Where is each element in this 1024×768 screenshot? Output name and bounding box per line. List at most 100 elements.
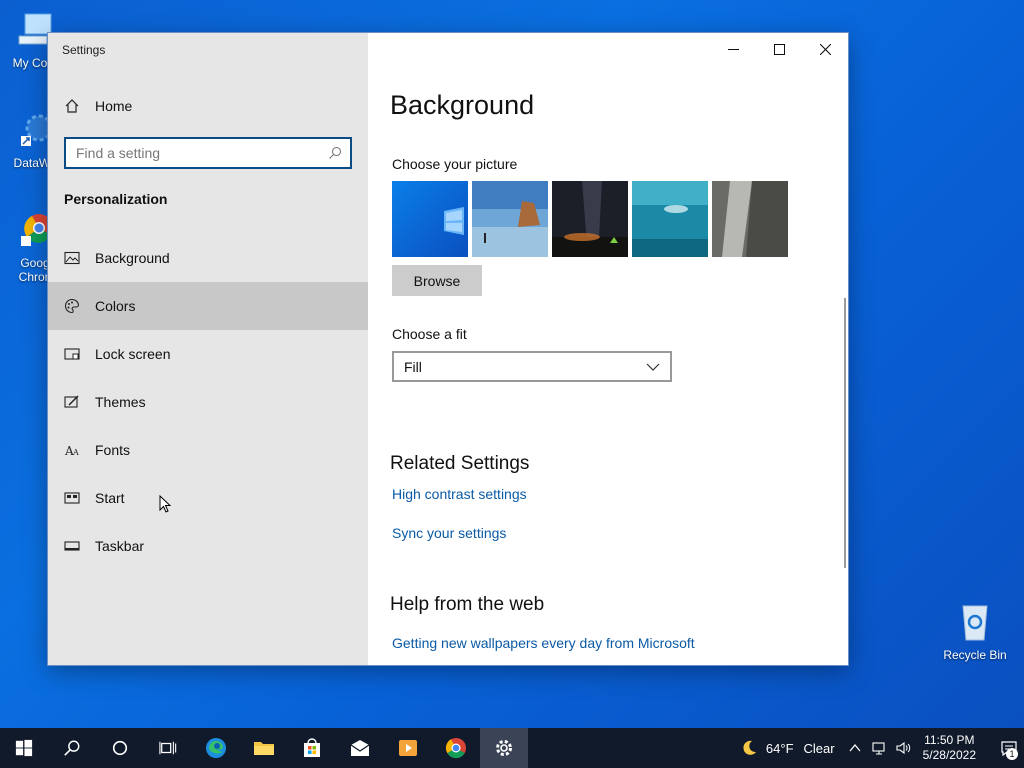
high-contrast-settings-link[interactable]: High contrast settings [392, 486, 527, 502]
search-taskbar-button[interactable] [48, 728, 96, 768]
file-explorer-taskbar-button[interactable] [240, 728, 288, 768]
mouse-cursor-icon [159, 495, 171, 513]
page-title: Background [390, 90, 535, 120]
fit-dropdown-value: Fill [404, 358, 422, 375]
home-label: Home [95, 98, 133, 114]
cortana-button[interactable] [96, 728, 144, 768]
wallpaper-thumbnail-night-sky[interactable] [552, 181, 628, 257]
maximize-icon [773, 43, 785, 55]
sidebar-item-label: Background [95, 250, 170, 266]
cortana-circle-icon [112, 740, 128, 756]
desktop-icon-label: Recycle Bin [943, 648, 1007, 662]
close-icon [819, 43, 831, 55]
sidebar-item-label: Lock screen [95, 346, 171, 362]
network-icon[interactable] [871, 740, 887, 756]
home-nav-item[interactable]: Home [64, 95, 132, 117]
weather-temperature: 64°F [765, 740, 794, 756]
close-button[interactable] [802, 33, 848, 65]
wallpapers-help-link[interactable]: Getting new wallpapers every day from Mi… [392, 635, 695, 651]
clock-date: 5/28/2022 [922, 748, 976, 762]
desktop-icon-recycle-bin[interactable]: Recycle Bin [940, 602, 1010, 662]
settings-taskbar-button[interactable] [480, 728, 528, 768]
wallpaper-thumbnail-rock[interactable] [712, 181, 788, 257]
fonts-icon: A A [64, 444, 79, 458]
windows-logo-icon [15, 739, 33, 757]
settings-content: Background Choose your picture Browse Ch… [368, 33, 848, 665]
media-taskbar-button[interactable] [384, 728, 432, 768]
sidebar-item-lock-screen[interactable]: Lock screen [48, 330, 368, 378]
weather-widget[interactable]: 64°F Clear [740, 739, 835, 757]
sync-settings-link[interactable]: Sync your settings [392, 525, 506, 541]
sidebar-item-colors[interactable]: Colors [48, 282, 368, 513]
lock-screen-icon [64, 348, 80, 360]
personalization-nav: Background Colors Lock screen Themes A A… [48, 234, 368, 570]
mail-icon [350, 740, 370, 756]
maximize-button[interactable] [756, 33, 802, 65]
window-title: Settings [62, 43, 106, 57]
palette-icon [64, 298, 80, 314]
minimize-icon [727, 48, 739, 50]
sidebar-item-background[interactable]: Background [48, 234, 368, 282]
sidebar-item-label: Colors [95, 298, 136, 314]
edge-taskbar-button[interactable] [192, 728, 240, 768]
gear-icon [496, 740, 512, 756]
start-button[interactable] [0, 728, 48, 768]
moon-icon [743, 740, 756, 755]
volume-icon[interactable] [895, 740, 911, 756]
recycle-bin-icon [962, 605, 988, 641]
sidebar-item-label: Fonts [95, 442, 131, 458]
sidebar-item-fonts[interactable]: A A Fonts [48, 426, 368, 474]
sidebar-item-label: Start [95, 490, 125, 506]
section-title: Personalization [64, 191, 168, 207]
media-player-icon [399, 740, 417, 756]
search-icon[interactable] [328, 146, 342, 160]
sidebar-item-taskbar[interactable]: Taskbar [48, 522, 368, 570]
notification-count-badge: 1 [1006, 748, 1018, 760]
tray-icons [847, 740, 911, 756]
wallpaper-thumbnail-beach[interactable] [472, 181, 548, 257]
edge-icon [206, 738, 226, 758]
picture-thumbnails [392, 181, 788, 257]
scrollbar[interactable] [844, 298, 846, 568]
system-tray: 64°F Clear 11:50 PM 5/28/2022 1 [740, 728, 1024, 768]
picture-icon [64, 251, 80, 265]
chevron-up-icon[interactable] [847, 740, 863, 756]
fit-dropdown[interactable]: Fill [392, 351, 672, 382]
search-box[interactable] [64, 137, 352, 169]
settings-sidebar: Settings Home Personalization Background [48, 33, 368, 665]
search-icon [64, 740, 80, 756]
svg-text:A: A [72, 448, 79, 457]
mail-taskbar-button[interactable] [336, 728, 384, 768]
help-from-web-heading: Help from the web [390, 594, 545, 615]
choose-picture-label: Choose your picture [392, 156, 518, 172]
clock-time: 11:50 PM [924, 733, 975, 747]
sidebar-item-label: Taskbar [95, 538, 145, 554]
settings-window: Settings Home Personalization Background [48, 33, 848, 665]
store-taskbar-button[interactable] [288, 728, 336, 768]
start-icon [64, 492, 80, 504]
sidebar-item-start[interactable]: Start [48, 474, 368, 522]
folder-icon [254, 742, 274, 755]
chrome-icon [445, 738, 466, 759]
sidebar-item-label: Themes [95, 394, 146, 410]
wallpaper-thumbnail-underwater[interactable] [632, 181, 708, 257]
minimize-button[interactable] [710, 33, 756, 65]
store-bag-icon [304, 738, 320, 757]
themes-icon [64, 395, 79, 408]
related-settings-heading: Related Settings [390, 453, 530, 474]
clock[interactable]: 11:50 PM 5/28/2022 [923, 733, 976, 763]
taskbar: 64°F Clear 11:50 PM 5/28/2022 1 [0, 728, 1024, 768]
chrome-taskbar-button[interactable] [432, 728, 480, 768]
task-view-button[interactable] [144, 728, 192, 768]
window-caption-buttons [710, 33, 848, 65]
browse-button[interactable]: Browse [392, 265, 482, 296]
sidebar-item-themes[interactable]: Themes [48, 378, 368, 426]
action-center-button[interactable]: 1 [994, 728, 1024, 768]
taskbar-icon [64, 541, 80, 551]
task-view-icon [159, 741, 177, 755]
wallpaper-thumbnail-windows[interactable] [392, 181, 468, 257]
weather-condition: Clear [803, 740, 835, 756]
home-icon [65, 99, 79, 113]
search-input[interactable] [66, 139, 328, 167]
chevron-down-icon [646, 363, 660, 371]
